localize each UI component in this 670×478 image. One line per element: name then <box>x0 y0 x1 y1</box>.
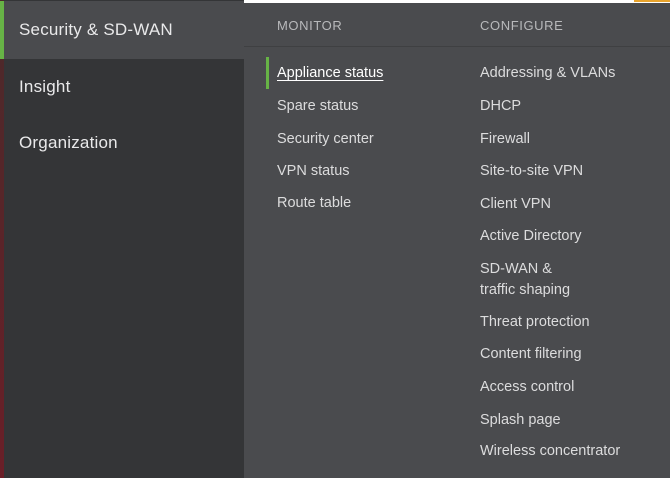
current-page-indicator <box>266 57 269 89</box>
menu-link-firewall[interactable]: Firewall <box>480 129 530 150</box>
sidebar-item-label: Insight <box>19 77 71 96</box>
sidebar-item-label: Organization <box>19 133 118 152</box>
menu-link-label-line1: SD-WAN & <box>480 261 552 277</box>
sidebar-item-label: Security & SD-WAN <box>19 20 173 39</box>
menu-link-addressing-vlans[interactable]: Addressing & VLANs <box>480 63 615 84</box>
sidebar-item-organization[interactable]: Organization <box>4 114 244 172</box>
menu-link-threat-protection[interactable]: Threat protection <box>480 312 590 333</box>
app-frame: Security & SD-WAN Insight Organization M… <box>0 0 670 478</box>
sidebar-item-security-sd-wan[interactable]: Security & SD-WAN <box>0 1 246 59</box>
menu-link-vpn-status[interactable]: VPN status <box>277 161 350 182</box>
menu-link-dhcp[interactable]: DHCP <box>480 96 521 117</box>
primary-sidebar: Security & SD-WAN Insight Organization <box>0 0 246 478</box>
menu-link-content-filtering[interactable]: Content filtering <box>480 344 582 365</box>
configure-header: CONFIGURE <box>480 18 564 33</box>
menu-link-site-to-site-vpn[interactable]: Site-to-site VPN <box>480 161 583 182</box>
menu-link-label-line2: traffic shaping <box>480 282 571 298</box>
menu-link-client-vpn[interactable]: Client VPN <box>480 194 551 215</box>
menu-link-access-control[interactable]: Access control <box>480 377 574 398</box>
sidebar-item-insight[interactable]: Insight <box>4 58 244 116</box>
header-divider <box>244 46 670 47</box>
menu-link-wireless-concentrator[interactable]: Wireless concentrator <box>480 441 620 462</box>
menu-link-spare-status[interactable]: Spare status <box>277 96 358 117</box>
partial-page-element <box>634 0 670 2</box>
menu-link-splash-page[interactable]: Splash page <box>480 410 561 431</box>
menu-link-appliance-status[interactable]: Appliance status <box>277 63 383 84</box>
menu-link-sd-wan-traffic-shaping[interactable]: SD-WAN & traffic shaping <box>480 259 570 301</box>
flyout-menu: MONITOR CONFIGURE Appliance status Spare… <box>244 3 670 478</box>
menu-link-active-directory[interactable]: Active Directory <box>480 226 582 247</box>
monitor-header: MONITOR <box>277 18 343 33</box>
menu-link-security-center[interactable]: Security center <box>277 129 374 150</box>
menu-link-route-table[interactable]: Route table <box>277 193 351 214</box>
